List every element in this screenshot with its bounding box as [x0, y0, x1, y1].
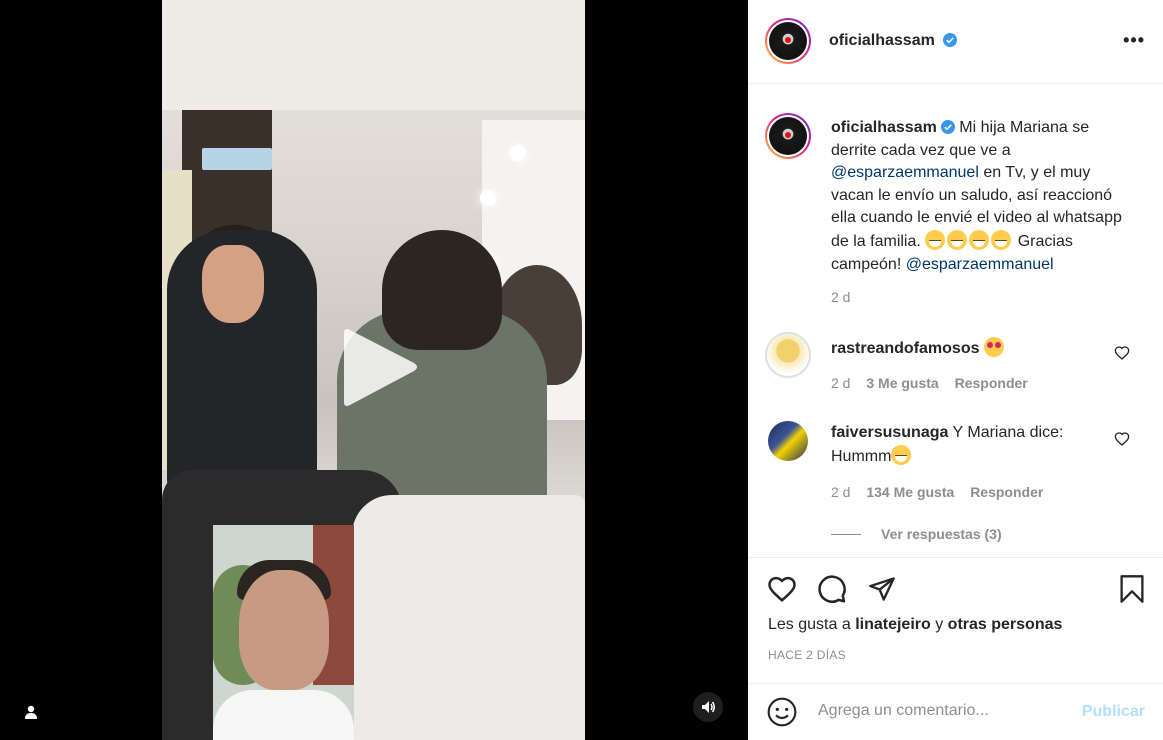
laughing-emoji-icon	[991, 229, 1012, 250]
save-bookmark-icon[interactable]	[1116, 573, 1148, 605]
heart-eyes-emoji-icon	[983, 337, 1004, 357]
video-scene-bulb	[480, 190, 496, 206]
liker-username[interactable]: linatejeiro	[855, 616, 931, 633]
video-scene-person-face	[202, 245, 264, 323]
comment: rastreandofamosos	[831, 337, 1111, 361]
like-comment-heart-icon[interactable]	[1114, 345, 1130, 361]
laughing-emoji-icon	[925, 229, 946, 250]
laughing-emoji-icon	[969, 229, 990, 250]
comment-time[interactable]: 2 d	[831, 375, 850, 391]
caption-time[interactable]: 2 d	[831, 289, 850, 305]
publish-button[interactable]: Publicar	[1082, 703, 1145, 721]
video-scene-person-face	[239, 570, 329, 690]
likes-others-link[interactable]: otras personas	[948, 616, 1063, 633]
mention-link[interactable]: @esparzaemmanuel	[906, 256, 1054, 273]
comment-likes[interactable]: 134 Me gusta	[866, 484, 954, 500]
comment-likes[interactable]: 3 Me gusta	[866, 375, 938, 391]
author-username[interactable]: oficialhassam	[829, 32, 935, 49]
comment: faiversusunaga Y Mariana dice: Hummm	[831, 422, 1111, 468]
sound-icon[interactable]	[693, 692, 723, 722]
comment-username[interactable]: faiversusunaga	[831, 424, 948, 441]
comment-time[interactable]: 2 d	[831, 484, 850, 500]
emoji-picker-icon[interactable]	[766, 696, 798, 733]
video-scene-light	[202, 148, 272, 170]
avatar[interactable]	[765, 113, 811, 159]
avatar[interactable]	[765, 18, 811, 64]
comment-meta: 2 d 134 Me gusta Responder	[831, 484, 1043, 500]
video-call-inset	[213, 525, 354, 740]
comment-input[interactable]	[818, 702, 1068, 720]
caption-username[interactable]: oficialhassam	[831, 119, 937, 136]
post-panel: oficialhassam ••• oficialhassam Mi hija …	[748, 0, 1163, 740]
like-heart-icon[interactable]	[766, 573, 798, 605]
video-scene-ceiling	[162, 0, 585, 110]
mention-link[interactable]: @esparzaemmanuel	[831, 164, 979, 181]
verified-badge-icon	[940, 120, 955, 134]
add-comment-bar: Publicar	[748, 683, 1163, 740]
avatar[interactable]	[765, 332, 811, 378]
likes-prefix: Les gusta a	[768, 616, 851, 633]
verified-badge-icon	[943, 33, 958, 47]
caption: oficialhassam Mi hija Mariana se derrite…	[831, 117, 1136, 276]
author-block: oficialhassam	[829, 32, 958, 50]
play-icon[interactable]	[340, 325, 420, 410]
comment-meta: 2 d 3 Me gusta Responder	[831, 375, 1028, 391]
video-scene-blanket	[352, 495, 585, 740]
post-timestamp[interactable]: HACE 2 DÍAS	[768, 648, 846, 662]
more-options-button[interactable]: •••	[1123, 30, 1145, 51]
likes-summary: Les gusta a linatejeiro y otras personas	[768, 616, 1062, 634]
comment-icon[interactable]	[816, 573, 848, 605]
reply-button[interactable]: Responder	[955, 375, 1028, 391]
replies-divider	[831, 534, 861, 535]
reply-button[interactable]: Responder	[970, 484, 1043, 500]
comment-username[interactable]: rastreandofamosos	[831, 340, 980, 357]
avatar[interactable]	[768, 421, 808, 461]
like-comment-heart-icon[interactable]	[1114, 431, 1130, 447]
media-viewer	[0, 0, 748, 740]
view-replies-button[interactable]: Ver respuestas (3)	[881, 526, 1002, 542]
laughing-emoji-icon	[947, 229, 968, 250]
user-tag-icon[interactable]	[16, 697, 46, 727]
share-icon[interactable]	[866, 573, 898, 605]
likes-conj: y	[935, 616, 944, 633]
post-header: oficialhassam •••	[748, 0, 1163, 84]
video-scene-bulb	[510, 145, 526, 161]
video-scene-person	[213, 690, 354, 740]
laughing-emoji-icon	[891, 444, 912, 465]
